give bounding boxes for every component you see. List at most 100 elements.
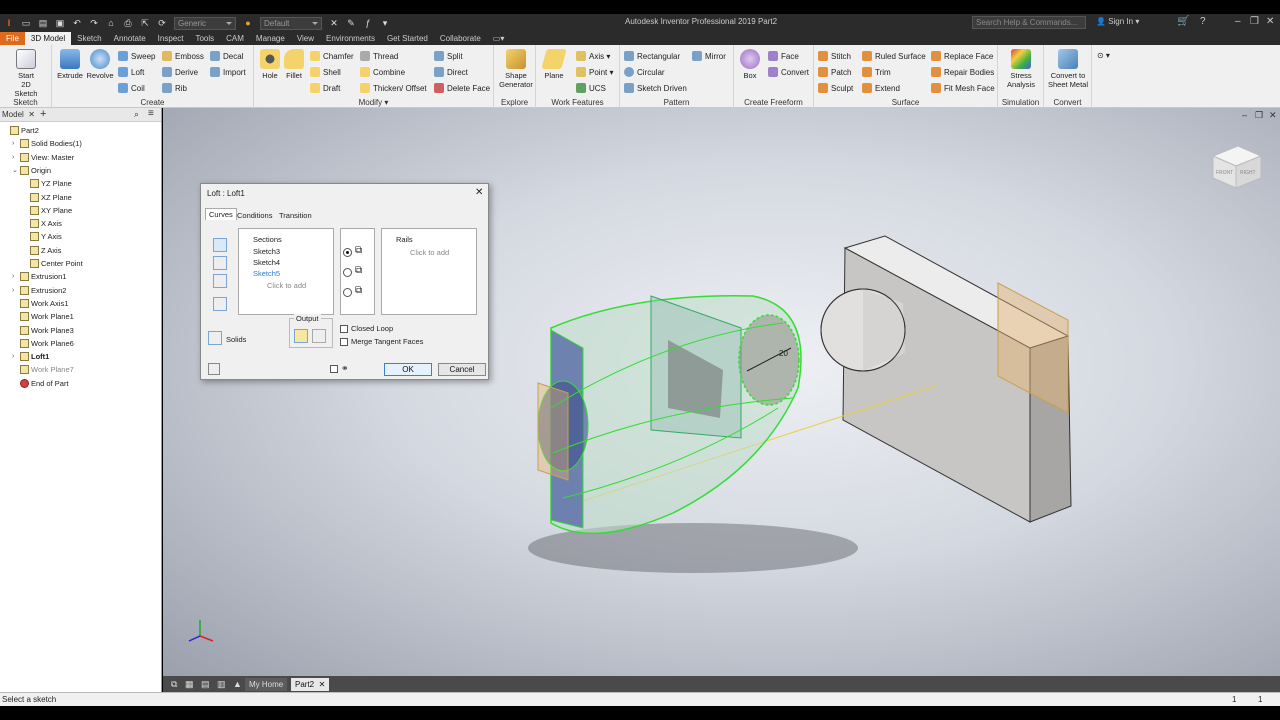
import-button[interactable]: Import [210, 67, 246, 77]
shape-generator-button[interactable]: Shape Generator [498, 49, 534, 89]
decal-button[interactable]: Decal [210, 51, 243, 61]
browser-node[interactable]: X Axis [22, 219, 62, 229]
select-icon[interactable]: ⇱ [140, 18, 150, 28]
tab-tools[interactable]: Tools [189, 32, 220, 45]
viewport-restore-icon[interactable]: ❐ [1255, 110, 1263, 121]
horizontal-split-icon[interactable]: ▤ [197, 678, 214, 691]
tab-file[interactable]: File [0, 32, 25, 45]
mirror-button[interactable]: Mirror [692, 51, 726, 61]
new-file-icon[interactable]: ▭ [21, 18, 31, 28]
browser-node[interactable]: › Loft1 [12, 352, 49, 362]
browser-node[interactable]: XZ Plane [22, 192, 72, 202]
expand-chevron-icon[interactable]: › [12, 154, 18, 161]
revolve-button[interactable]: Revolve [84, 49, 116, 80]
dialog-close-icon[interactable]: ✕ [475, 187, 483, 198]
browser-node[interactable]: Center Point [22, 259, 83, 268]
vertical-split-icon[interactable]: ▥ [213, 678, 230, 691]
tab-get-started[interactable]: Get Started [381, 32, 434, 45]
minimize-icon[interactable]: – [1235, 16, 1241, 27]
rails-list[interactable]: Rails Click to add [381, 228, 477, 315]
emboss-button[interactable]: Emboss [162, 51, 204, 61]
browser-menu-icon[interactable]: ≡ [148, 108, 154, 119]
closed-loop-checkbox[interactable]: Closed Loop [340, 324, 393, 334]
section-item[interactable]: Sketch5 [253, 269, 280, 278]
expand-chevron-icon[interactable]: › [12, 287, 18, 294]
ok-button[interactable]: OK [384, 363, 432, 376]
clear-appearance-icon[interactable]: ✕ [329, 18, 339, 28]
sections-list[interactable]: Sections Sketch3 Sketch4 Sketch5 Click t… [238, 228, 334, 315]
ucs-button[interactable]: UCS [576, 83, 606, 93]
expand-chevron-icon[interactable]: › [12, 273, 18, 280]
tab-annotate[interactable]: Annotate [108, 32, 152, 45]
combine-button[interactable]: Combine [360, 67, 405, 77]
box-button[interactable]: Box [734, 49, 766, 80]
direct-button[interactable]: Direct [434, 67, 468, 77]
output-solid-icon[interactable] [294, 329, 308, 343]
update-icon[interactable]: ⟳ [157, 18, 167, 28]
fillet-button[interactable]: Fillet [278, 49, 310, 80]
viewport-close-icon[interactable]: ✕ [1269, 110, 1277, 121]
browser-node[interactable]: End of Part [12, 378, 69, 388]
browser-node[interactable]: Work Axis1 [12, 298, 68, 308]
derive-button[interactable]: Derive [162, 67, 198, 77]
extend-button[interactable]: Extend [862, 83, 900, 93]
appearance-icon[interactable]: ● [243, 18, 253, 28]
ribbon-options-icon[interactable]: ▭▾ [487, 32, 511, 45]
merge-tangent-checkbox[interactable]: Merge Tangent Faces [340, 337, 423, 347]
restore-icon[interactable]: ❐ [1250, 16, 1259, 27]
repair-bodies-button[interactable]: Repair Bodies [931, 67, 994, 77]
expand-chevron-icon[interactable]: › [12, 140, 18, 147]
section-select-tool-icon[interactable] [213, 238, 227, 252]
face-freeform-button[interactable]: Face [768, 51, 799, 61]
tab-view[interactable]: View [291, 32, 320, 45]
browser-node[interactable]: › Extrusion1 [12, 272, 66, 282]
sculpt-button[interactable]: Sculpt [818, 83, 853, 93]
browser-node[interactable]: YZ Plane [22, 179, 72, 189]
shell-button[interactable]: Shell [310, 67, 341, 77]
close-icon[interactable]: ✕ [1266, 16, 1274, 27]
tab-manage[interactable]: Manage [250, 32, 291, 45]
cancel-button[interactable]: Cancel [438, 363, 486, 376]
doc-tab-my-home[interactable]: My Home [245, 678, 288, 691]
merge-tangent-check[interactable] [340, 338, 348, 347]
draft-button[interactable]: Draft [310, 83, 340, 93]
home-icon[interactable]: ⌂ [106, 18, 116, 28]
output-surface-icon[interactable] [312, 329, 326, 343]
delete-face-button[interactable]: Delete Face [434, 83, 490, 93]
section-add-tool-icon[interactable] [213, 256, 227, 270]
viewport-minimize-icon[interactable]: – [1242, 110, 1247, 120]
cart-icon[interactable]: 🛒 [1177, 16, 1189, 27]
appearance-combo[interactable]: Default [260, 16, 322, 30]
app-logo-icon[interactable]: I [4, 18, 14, 28]
expand-chevron-icon[interactable]: ⌄ [12, 166, 18, 174]
sign-in-link[interactable]: 👤 Sign In ▾ [1096, 17, 1139, 26]
section-order-tool-icon[interactable] [213, 297, 227, 311]
tab-sketch[interactable]: Sketch [71, 32, 107, 45]
area-loft-radio[interactable] [343, 288, 352, 297]
preview-check[interactable] [330, 364, 338, 373]
tab-environments[interactable]: Environments [320, 32, 381, 45]
tab-cam[interactable]: CAM [220, 32, 250, 45]
browser-node[interactable]: Z Axis [22, 245, 61, 255]
open-file-icon[interactable]: ▤ [38, 18, 48, 28]
stress-analysis-button[interactable]: Stress Analysis [1004, 49, 1038, 89]
print-icon[interactable]: ⎙ [123, 18, 133, 28]
viewcube[interactable]: FRONT RIGHT [1211, 145, 1263, 189]
browser-node[interactable]: Work Plane6 [12, 338, 74, 348]
tab-transition[interactable]: Transition [279, 210, 312, 221]
search-input[interactable]: Search Help & Commands... [972, 16, 1086, 29]
centerline-radio[interactable] [343, 268, 352, 277]
trim-button[interactable]: Trim [862, 67, 891, 77]
section-item[interactable]: Sketch4 [253, 258, 280, 267]
doc-tab-part2[interactable]: Part2 ✕ [291, 678, 330, 691]
browser-node[interactable]: XY Plane [22, 205, 72, 215]
thicken-offset-button[interactable]: Thicken/ Offset [360, 83, 427, 93]
sketch-driven-button[interactable]: Sketch Driven [624, 83, 687, 93]
redo-icon[interactable]: ↷ [89, 18, 99, 28]
sections-click-to-add[interactable]: Click to add [267, 281, 306, 290]
tab-conditions[interactable]: Conditions [237, 210, 272, 221]
customize-qat-icon[interactable]: ▾ [380, 18, 390, 28]
browser-node[interactable]: Work Plane1 [12, 312, 74, 322]
help-icon[interactable]: ? [1200, 16, 1206, 27]
rails-radio[interactable] [343, 248, 352, 257]
